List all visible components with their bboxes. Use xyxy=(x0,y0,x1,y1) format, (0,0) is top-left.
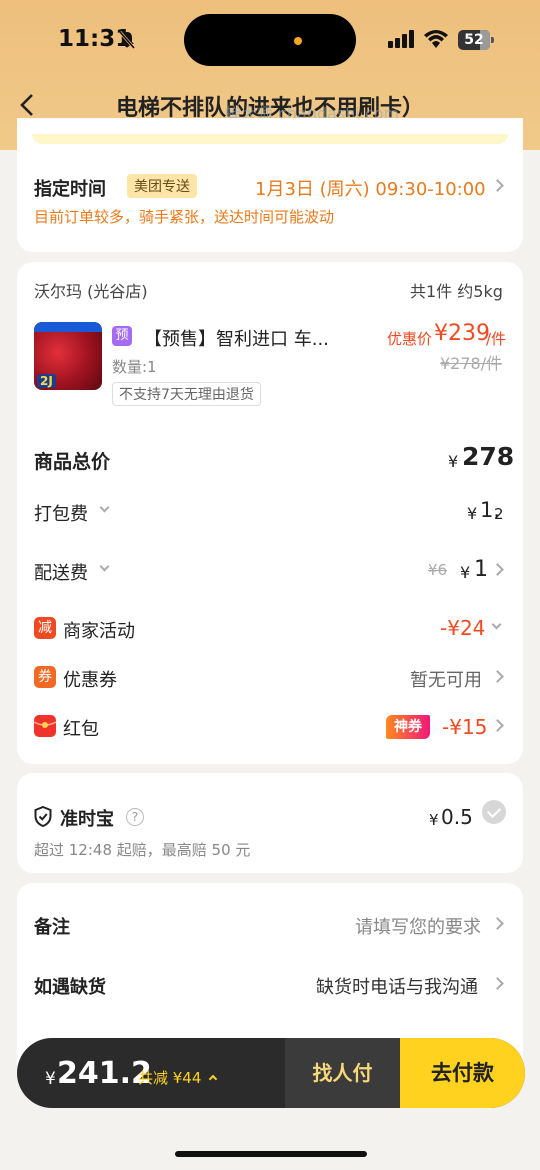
merchant-activity-value: -¥24 xyxy=(440,616,486,640)
bell-muted-icon xyxy=(118,31,136,49)
address-strip xyxy=(32,134,508,144)
ontime-label: 准时宝 xyxy=(60,809,114,830)
total-saved-toggle[interactable]: 共减 ¥44 xyxy=(138,1067,218,1088)
delivery-fee-value: 1 xyxy=(474,557,488,582)
ontime-price: 0.5 xyxy=(441,805,473,829)
red-packet-value: -¥15 xyxy=(442,715,488,739)
super-coupon-badge: 神券 xyxy=(386,715,430,739)
remark-label: 备注 xyxy=(34,917,70,938)
total-symbol: ¥ xyxy=(45,1069,56,1089)
dynamic-island xyxy=(184,14,356,66)
stockout-option[interactable]: 缺货时电话与我沟通 xyxy=(316,973,478,999)
promo-price: ¥239 xyxy=(434,321,490,346)
original-price: ¥278/件 xyxy=(440,354,503,373)
chevron-up-icon xyxy=(208,1074,218,1084)
presale-tag: 预 xyxy=(112,326,132,346)
delivery-time-label: 指定时间 xyxy=(34,179,106,200)
red-packet-label[interactable]: 红包 xyxy=(63,715,99,741)
home-indicator xyxy=(175,1151,367,1157)
delivery-fee-symbol: ¥ xyxy=(460,563,471,582)
product-quantity: 数量:1 xyxy=(112,358,157,376)
packing-fee-label[interactable]: 打包费 xyxy=(34,500,88,526)
coupon-label[interactable]: 优惠券 xyxy=(63,666,117,692)
delivery-time-value[interactable]: 1月3日 (周六) 09:30-10:00 xyxy=(255,175,486,201)
service-tag: 美团专送 xyxy=(127,174,197,198)
coupon-icon: 券 xyxy=(34,666,56,688)
product-image[interactable]: 2J xyxy=(34,322,102,390)
product-image-sticker: 2J xyxy=(37,374,56,388)
merchant-activity-label[interactable]: 商家活动 xyxy=(63,617,135,643)
privacy-dot xyxy=(294,37,302,45)
goods-total-symbol: ¥ xyxy=(448,452,459,471)
delivery-fee-label[interactable]: 配送费 xyxy=(34,559,88,585)
pay-by-friend-button[interactable]: 找人付 xyxy=(285,1038,400,1108)
ontime-checkbox[interactable] xyxy=(482,800,506,824)
pay-now-button[interactable]: 去付款 xyxy=(400,1038,525,1108)
battery-indicator: 52 xyxy=(458,30,494,50)
wifi-icon xyxy=(424,30,448,48)
delivery-fee-original: ¥6 xyxy=(428,561,448,579)
product-title[interactable]: 【预售】智利进口 车... xyxy=(144,325,329,351)
scroll-fade xyxy=(17,1010,523,1040)
goods-total-label: 商品总价 xyxy=(34,451,111,473)
packing-fee-decimal: 2 xyxy=(494,505,504,523)
checkout-bar: ¥ 241.2 共减 ¥44 找人付 去付款 xyxy=(17,1038,525,1108)
store-name[interactable]: 沃尔玛 (光谷店) xyxy=(34,278,148,302)
stockout-label: 如遇缺货 xyxy=(34,977,106,998)
shield-icon xyxy=(34,806,52,827)
remark-input[interactable]: 请填写您的要求 xyxy=(355,913,481,939)
cellular-signal-icon xyxy=(388,30,414,48)
discount-icon: 减 xyxy=(34,617,56,639)
battery-level: 52 xyxy=(464,32,484,48)
ontime-symbol: ¥ xyxy=(429,811,439,829)
promo-price-unit: /件 xyxy=(486,330,507,348)
delivery-notice: 目前订单较多，骑手紧张，送达时间可能波动 xyxy=(34,208,335,226)
order-summary: 共1件 约5kg xyxy=(410,282,503,301)
status-bar: 11:31 52 xyxy=(0,0,540,80)
promo-label: 优惠价 xyxy=(387,330,433,348)
coupon-value: 暂无可用 xyxy=(410,670,482,691)
red-packet-icon xyxy=(34,715,56,737)
back-arrow-icon[interactable] xyxy=(16,90,40,120)
help-icon[interactable]: ? xyxy=(126,808,144,826)
total-saved: 共减 ¥44 xyxy=(138,1069,202,1087)
goods-total-value: 278 xyxy=(462,442,515,471)
packing-fee-symbol: ¥ xyxy=(467,504,478,523)
no-return-tag: 不支持7天无理由退货 xyxy=(112,382,261,406)
ontime-description: 超过 12:48 起赔，最高赔 50 元 xyxy=(34,841,251,859)
